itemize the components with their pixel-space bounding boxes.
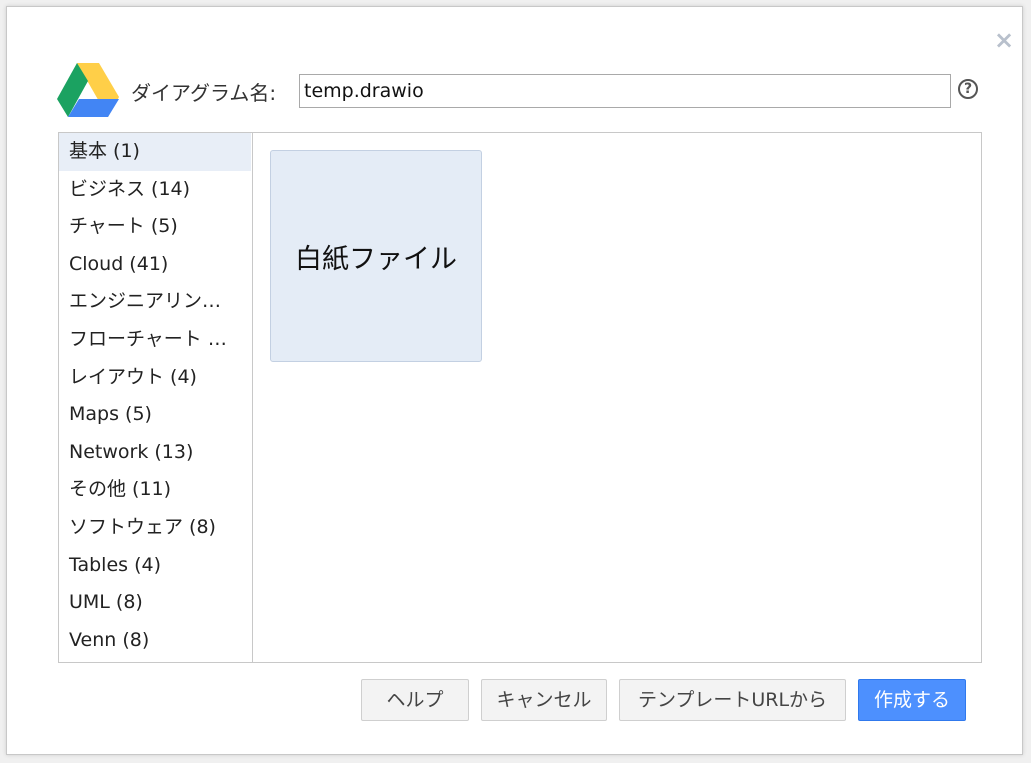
category-item[interactable]: UML (8): [59, 584, 251, 622]
category-list: 基本 (1) ビジネス (14) チャート (5) Cloud (41) エンジ…: [59, 133, 253, 662]
category-item[interactable]: チャート (5): [59, 208, 251, 246]
google-drive-icon: [57, 63, 119, 117]
template-panel: 基本 (1) ビジネス (14) チャート (5) Cloud (41) エンジ…: [58, 132, 982, 663]
category-item[interactable]: エンジニアリン…: [59, 283, 251, 321]
category-item[interactable]: Maps (5): [59, 396, 251, 434]
cancel-button[interactable]: キャンセル: [481, 679, 607, 721]
template-url-button[interactable]: テンプレートURLから: [619, 679, 846, 721]
category-item[interactable]: ビジネス (14): [59, 171, 251, 209]
category-item[interactable]: フローチャート …: [59, 321, 251, 359]
category-item[interactable]: Network (13): [59, 434, 251, 472]
create-button[interactable]: 作成する: [858, 679, 966, 721]
template-label: 白紙ファイル: [295, 243, 457, 275]
category-item[interactable]: ソフトウェア (8): [59, 509, 251, 547]
new-diagram-dialog: × ダイアグラム名: ? 基本 (1) ビジネス (14) チャート (5) C…: [6, 6, 1023, 755]
diagram-name-label: ダイアグラム名:: [131, 81, 277, 105]
category-item[interactable]: その他 (11): [59, 471, 251, 509]
diagram-name-input[interactable]: [299, 74, 951, 108]
category-item[interactable]: 基本 (1): [59, 133, 251, 171]
category-item[interactable]: Tables (4): [59, 547, 251, 585]
category-item[interactable]: レイアウト (4): [59, 359, 251, 397]
category-item[interactable]: Venn (8): [59, 622, 251, 660]
blank-file-template[interactable]: 白紙ファイル: [270, 150, 482, 362]
help-button[interactable]: ヘルプ: [361, 679, 469, 721]
help-icon[interactable]: ?: [958, 79, 978, 99]
category-item[interactable]: Cloud (41): [59, 246, 251, 284]
close-icon[interactable]: ×: [993, 28, 1015, 52]
